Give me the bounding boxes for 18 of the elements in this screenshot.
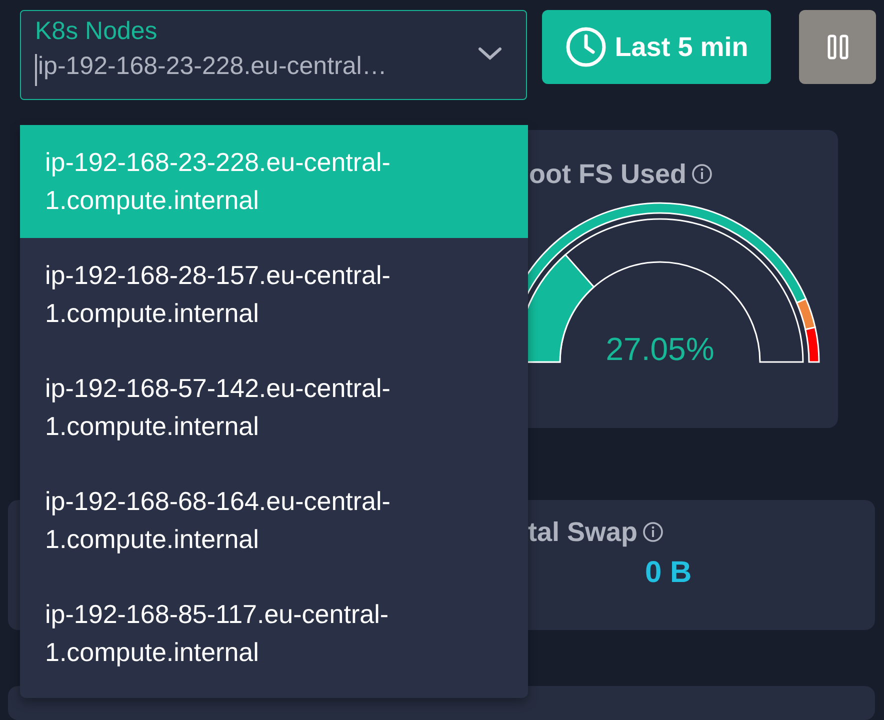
chevron-down-icon xyxy=(478,47,502,61)
select-label: K8s Nodes xyxy=(35,16,158,47)
card-title: tal Swap xyxy=(528,516,638,549)
text-cursor xyxy=(35,54,37,86)
pause-button[interactable] xyxy=(799,10,876,84)
info-icon xyxy=(690,163,713,186)
gauge-reading: 27.05% xyxy=(606,331,714,367)
swap-value: 0 B xyxy=(645,554,692,590)
dropdown-option[interactable]: ip-192-168-57-142.eu-central-1.compute.internal xyxy=(20,351,528,464)
dropdown-option[interactable]: ip-192-168-68-164.eu-central-1.compute.internal xyxy=(20,464,528,577)
info-icon xyxy=(642,521,664,544)
dropdown-option[interactable]: ip-192-168-28-157.eu-central-1.compute.internal xyxy=(20,238,528,351)
node-select[interactable]: K8s Nodes ip-192-168-23-228.eu-central… xyxy=(20,10,527,100)
dropdown-option[interactable]: ip-192-168-85-117.eu-central-1.compute.internal xyxy=(20,577,528,690)
clock-icon xyxy=(564,26,607,68)
pause-icon xyxy=(826,34,848,60)
select-value: ip-192-168-23-228.eu-central… xyxy=(38,51,387,82)
card-title: oot FS Used xyxy=(529,158,687,191)
